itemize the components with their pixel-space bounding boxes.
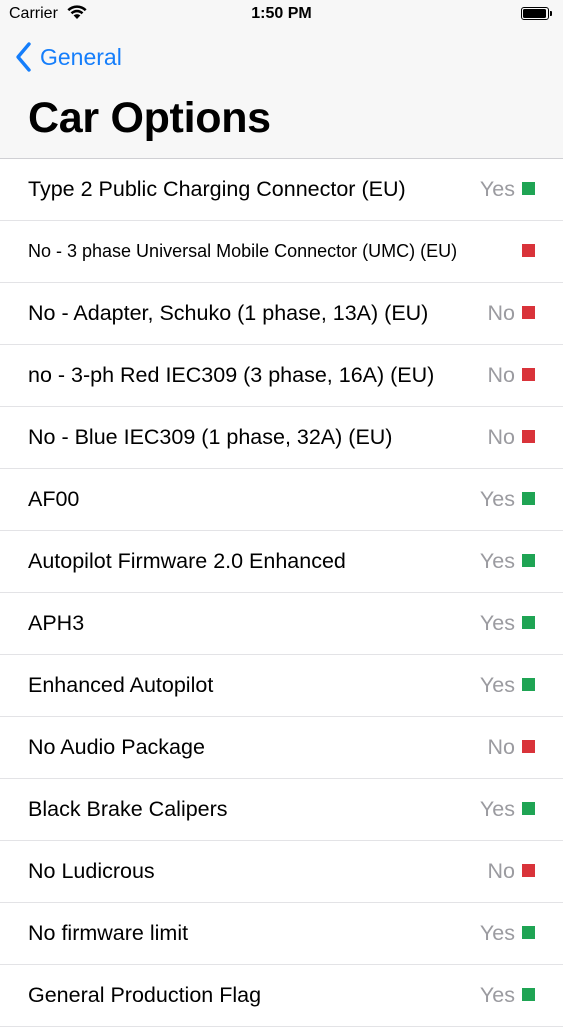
option-row[interactable]: no - 3-ph Red IEC309 (3 phase, 16A) (EU)… [0, 345, 563, 407]
option-label: Autopilot Firmware 2.0 Enhanced [28, 549, 346, 573]
option-value: Yes [479, 921, 515, 945]
car-options-list: Type 2 Public Charging Connector (EU) Yes… [0, 159, 563, 1027]
option-row[interactable]: General Production Flag Yes [0, 965, 563, 1027]
option-label: Type 2 Public Charging Connector (EU) [28, 177, 406, 201]
option-value: Yes [479, 673, 515, 697]
option-row[interactable]: No Ludicrous No [0, 841, 563, 903]
option-label: No Audio Package [28, 735, 205, 759]
status-green-square-icon [522, 678, 535, 691]
option-value: Yes [479, 611, 515, 635]
option-value: Yes [479, 983, 515, 1007]
option-row[interactable]: AF00 Yes [0, 469, 563, 531]
status-red-square-icon [522, 430, 535, 443]
status-green-square-icon [522, 988, 535, 1001]
option-label: Enhanced Autopilot [28, 673, 214, 697]
option-row[interactable]: Black Brake Calipers Yes [0, 779, 563, 841]
option-row[interactable]: APH3 Yes [0, 593, 563, 655]
option-label: No - Adapter, Schuko (1 phase, 13A) (EU) [28, 301, 429, 325]
battery-icon [521, 7, 552, 20]
option-row[interactable]: Enhanced Autopilot Yes [0, 655, 563, 717]
option-label: No - Blue IEC309 (1 phase, 32A) (EU) [28, 425, 393, 449]
option-label: Black Brake Calipers [28, 797, 228, 821]
option-label: APH3 [28, 611, 85, 635]
status-green-square-icon [522, 182, 535, 195]
option-row[interactable]: No - Blue IEC309 (1 phase, 32A) (EU) No [0, 407, 563, 469]
option-value: No [487, 363, 515, 387]
status-green-square-icon [522, 926, 535, 939]
option-value: Yes [479, 549, 515, 573]
status-red-square-icon [522, 244, 535, 257]
status-red-square-icon [522, 864, 535, 877]
chevron-left-icon [16, 42, 31, 72]
status-red-square-icon [522, 740, 535, 753]
option-value: No [487, 859, 515, 883]
option-label: General Production Flag [28, 983, 262, 1007]
clock: 1:50 PM [251, 5, 312, 22]
status-red-square-icon [522, 368, 535, 381]
option-label: no - 3-ph Red IEC309 (3 phase, 16A) (EU) [28, 363, 435, 387]
status-green-square-icon [522, 554, 535, 567]
option-row[interactable]: No firmware limit Yes [0, 903, 563, 965]
back-button[interactable]: General [14, 40, 122, 74]
page-title: Car Options [28, 94, 271, 142]
option-value: Yes [479, 177, 515, 201]
status-green-square-icon [522, 616, 535, 629]
status-green-square-icon [522, 802, 535, 815]
option-row[interactable]: No - 3 phase Universal Mobile Connector … [0, 221, 563, 283]
option-row[interactable]: No Audio Package No [0, 717, 563, 779]
option-value: No [487, 425, 515, 449]
option-value: Yes [479, 487, 515, 511]
navigation-header: Carrier 1:50 PM General Car Options [0, 0, 563, 159]
option-label: No firmware limit [28, 921, 189, 945]
option-value: No [487, 735, 515, 759]
option-value: Yes [479, 797, 515, 821]
status-red-square-icon [522, 306, 535, 319]
option-row[interactable]: No - Adapter, Schuko (1 phase, 13A) (EU)… [0, 283, 563, 345]
option-label: No - 3 phase Universal Mobile Connector … [28, 241, 458, 261]
status-green-square-icon [522, 492, 535, 505]
back-button-label: General [40, 43, 122, 70]
option-row[interactable]: Autopilot Firmware 2.0 Enhanced Yes [0, 531, 563, 593]
option-label: AF00 [28, 487, 80, 511]
option-label: No Ludicrous [28, 859, 155, 883]
option-value: No [487, 301, 515, 325]
status-bar: Carrier 1:50 PM [0, 0, 563, 30]
option-row[interactable]: Type 2 Public Charging Connector (EU) Yes [0, 159, 563, 221]
